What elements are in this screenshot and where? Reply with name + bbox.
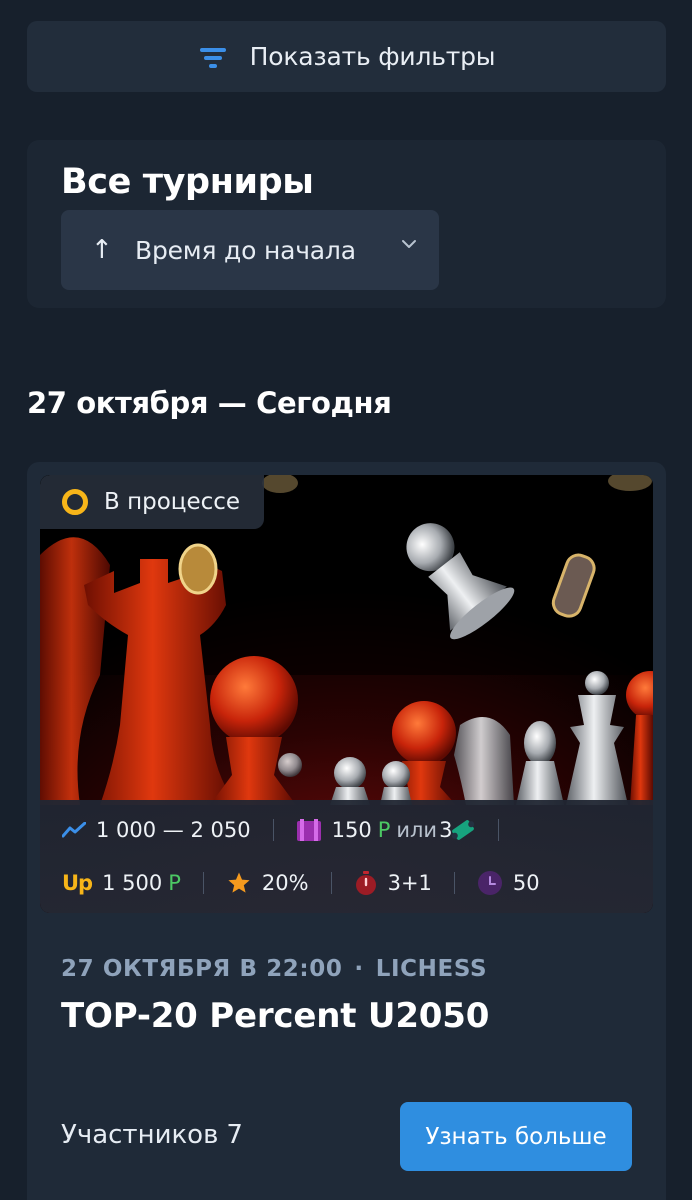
divider [453, 872, 455, 894]
trend-icon [62, 822, 86, 838]
divider [272, 819, 274, 841]
tournament-meta: 27 ОКТЯБРЯ В 22:00 · LICHESS [61, 956, 487, 982]
participants-label: Участников [61, 1120, 219, 1150]
page-title: Все турниры [61, 162, 314, 202]
sort-panel: Все турниры ↑ Время до начала [27, 140, 666, 308]
fee-or: или [396, 818, 438, 842]
tournament-stats: 1 000 — 2 050 150 Р или 3 Up 1 500 Р 20%… [40, 800, 653, 913]
time-control: 3+1 [354, 870, 432, 896]
learn-more-button[interactable]: Узнать больше [400, 1102, 632, 1171]
fee-amount: 150 [331, 818, 372, 842]
divider [498, 819, 500, 841]
rounds-stat: 50 [477, 870, 540, 896]
stopwatch-icon [355, 871, 376, 895]
up-icon: Up [62, 871, 93, 895]
chevron-down-icon [402, 240, 416, 248]
entry-fee: 150 Р или 3 [296, 818, 477, 842]
rating-range: 1 000 — 2 050 [62, 818, 251, 842]
percent-stat: 20% [226, 871, 309, 895]
show-filters-button[interactable]: Показать фильтры [27, 21, 666, 92]
status-badge: В процессе [40, 475, 264, 529]
prize-currency: Р [168, 871, 181, 895]
tournament-title: TOP-20 Percent U2050 [61, 996, 490, 1036]
percent-value: 20% [261, 871, 309, 895]
prize-amount: 1 500 [102, 871, 163, 895]
show-filters-label: Показать фильтры [249, 42, 496, 71]
tournament-date: 27 ОКТЯБРЯ В 22:00 [61, 956, 343, 982]
filter-icon [198, 42, 228, 72]
participants-count: Участников 7 [61, 1120, 243, 1150]
ticket-purple-icon [296, 819, 321, 841]
tournament-platform: LICHESS [375, 956, 488, 982]
meta-separator: · [354, 956, 364, 982]
rating-range-value: 1 000 — 2 050 [96, 818, 251, 842]
prize-fund: Up 1 500 Р [62, 871, 181, 895]
fee-currency: Р [377, 818, 391, 842]
clock-icon [477, 871, 502, 895]
rounds-value: 50 [512, 871, 540, 895]
sort-dropdown[interactable]: ↑ Время до начала [61, 210, 439, 290]
time-control-value: 3+1 [387, 871, 432, 895]
divider [202, 872, 204, 894]
arrow-up-icon: ↑ [91, 235, 113, 265]
in-progress-icon [62, 489, 88, 515]
tournament-image: В процессе 1 000 — 2 050 150 Р или 3 Up … [40, 475, 653, 913]
ticket-green-icon [452, 820, 475, 840]
tournament-card: В процессе 1 000 — 2 050 150 Р или 3 Up … [27, 462, 666, 1200]
participants-value: 7 [226, 1120, 243, 1150]
divider [330, 872, 332, 894]
star-icon [228, 872, 250, 893]
sort-value: Время до начала [135, 235, 356, 265]
date-heading: 27 октября — Сегодня [27, 386, 392, 420]
status-label: В процессе [104, 489, 241, 515]
